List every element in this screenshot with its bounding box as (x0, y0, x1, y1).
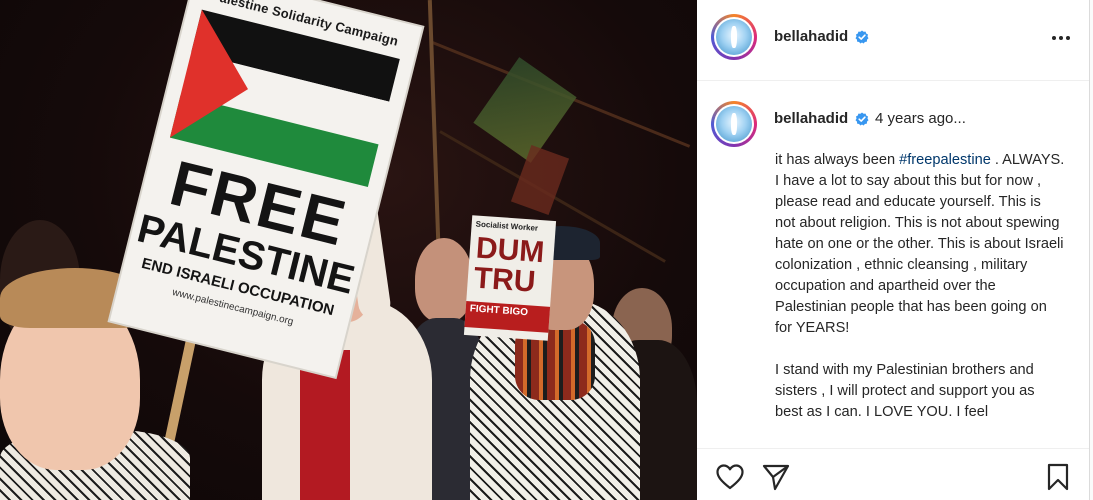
socialist-worker-sign: Socialist Worker DUM TRU FIGHT BIGO (463, 215, 557, 341)
verified-badge-icon (855, 112, 869, 126)
caption-text: it has always been #freepalestine . ALWA… (775, 150, 1065, 446)
caption-avatar[interactable] (711, 101, 757, 147)
caption-intro: it has always been (775, 152, 900, 168)
avatar[interactable] (711, 14, 757, 60)
verified-badge-icon (855, 30, 869, 44)
crowd-figure (415, 238, 473, 322)
dot-icon (1059, 36, 1063, 40)
caption-paragraph: it has always been #freepalestine . ALWA… (775, 150, 1065, 339)
dot-icon (1066, 36, 1070, 40)
post-photo[interactable]: Palestine Solidarity Campaign FREE PALES… (0, 0, 697, 500)
more-options-button[interactable] (1049, 26, 1073, 50)
caption-username[interactable]: bellahadid (774, 110, 848, 127)
flag-pole (427, 0, 441, 240)
caption-paragraph-2: I stand with my Palestinian brothers and… (775, 362, 1035, 420)
sign-bottom-text: FIGHT BIGO (464, 301, 551, 333)
bunting-flag (473, 57, 577, 163)
header-username[interactable]: bellahadid (774, 28, 848, 45)
sign-big-text: DUM TRU (472, 231, 546, 299)
heart-icon[interactable] (715, 462, 745, 492)
dot-icon (1052, 36, 1056, 40)
post-side-panel: bellahadid bellahadid 4 years ago... it … (697, 0, 1089, 500)
scrollbar-track[interactable] (1089, 0, 1093, 500)
caption-body: . ALWAYS. I have a lot to say about this… (775, 152, 1065, 336)
post-header: bellahadid (697, 0, 1089, 81)
bookmark-icon[interactable] (1043, 462, 1073, 492)
paper-plane-icon[interactable] (761, 462, 791, 492)
avatar-image (716, 106, 752, 142)
sign-header: Socialist Worker (475, 219, 539, 233)
avatar-image (716, 19, 752, 55)
post-time-ago[interactable]: 4 years ago... (875, 110, 966, 127)
post-actions-bar (697, 448, 1089, 500)
hashtag-link[interactable]: #freepalestine (899, 152, 991, 168)
